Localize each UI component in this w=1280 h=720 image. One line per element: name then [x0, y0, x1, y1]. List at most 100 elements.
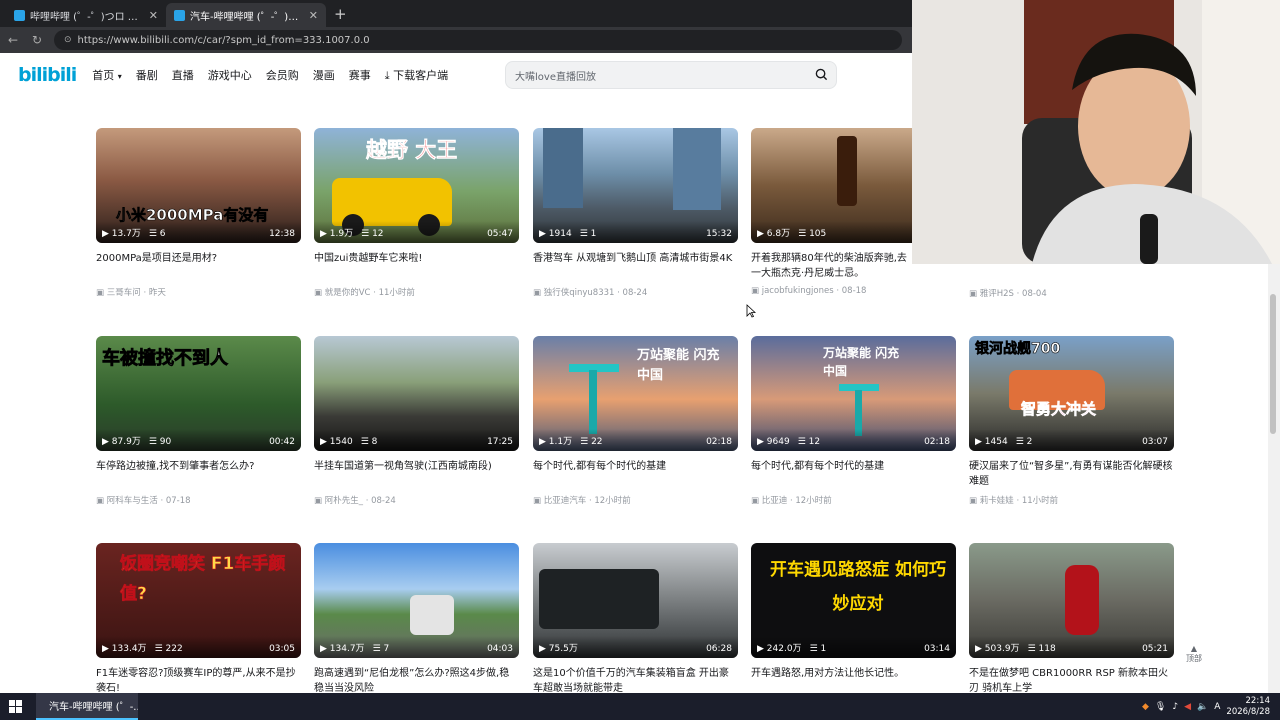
nav-item-download-client[interactable]: ⤓ 下载客户端	[385, 67, 448, 83]
nav-item-game-center[interactable]: 游戏中心	[208, 67, 252, 83]
danmaku-count-value: 1	[590, 229, 597, 239]
video-duration: 06:28	[706, 644, 732, 654]
video-title[interactable]: 车停路边被撞,找不到肇事者怎么办?	[96, 459, 301, 489]
video-thumbnail[interactable]: 万站聚能 闪充中国 ▶ 1.1万 ☰ 22 02:18	[533, 336, 738, 451]
play-count-value: 1.9万	[329, 229, 354, 239]
scrollbar-thumb[interactable]	[1270, 294, 1276, 434]
video-title[interactable]: 开车遇路怒,用对方法让他长记性。	[751, 666, 956, 696]
speaker-icon[interactable]: 🔈	[1197, 702, 1208, 712]
video-card[interactable]: ▶ 75.5万 06:28 这是10个价值千万的汽车集装箱盲盒 开出豪车超敢当场…	[533, 543, 738, 696]
video-thumbnail[interactable]: 小米2000MPa有没有 ▶ 13.7万 ☰ 6 12:38	[96, 128, 301, 243]
danmaku-count-value: 7	[383, 644, 390, 654]
app-tray-icon[interactable]: ◀	[1184, 702, 1191, 712]
video-card[interactable]: ▶ 503.9万 ☰ 118 05:21 不是在做梦吧 CBR1000RR RS…	[969, 543, 1174, 696]
video-thumbnail[interactable]: ▶ 1540 ☰ 8 17:25	[314, 336, 519, 451]
video-card[interactable]: 越野 大王 ▶ 1.9万 ☰ 12 05:47 中国zui贵越野车它来啦! ▣ …	[314, 128, 519, 298]
video-thumbnail[interactable]: 越野 大王 ▶ 1.9万 ☰ 12 05:47	[314, 128, 519, 243]
search-icon[interactable]	[815, 68, 828, 81]
video-title[interactable]: 每个时代,都有每个时代的基建	[533, 459, 738, 489]
video-card[interactable]: 银河战舰700 智勇大冲关 ▶ 1454 ☰ 2 03:07 硬汉届来了位“智多…	[969, 336, 1174, 506]
tiktok-icon[interactable]: ♪	[1172, 702, 1178, 712]
danmaku-count-value: 12	[808, 437, 821, 447]
nav-item-esports[interactable]: 赛事	[349, 67, 371, 83]
video-duration: 17:25	[487, 437, 513, 447]
uploader-name[interactable]: 莉卡娃娃	[980, 496, 1014, 506]
video-thumbnail[interactable]: 开车遇见路怒症 如何巧妙应对 ▶ 242.0万 ☰ 1 03:14	[751, 543, 956, 658]
video-thumbnail[interactable]: ▶ 503.9万 ☰ 118 05:21	[969, 543, 1174, 658]
tab-title: 汽车-哔哩哔哩 (゜-゜)つロ 干杯~-bili...	[190, 11, 304, 23]
video-thumbnail[interactable]: 车被撞找不到人 ▶ 87.9万 ☰ 90 00:42	[96, 336, 301, 451]
uploader-name[interactable]: 独行侠qinyu8331	[544, 288, 615, 298]
nav-item-shop[interactable]: 会员购	[266, 67, 299, 83]
video-card[interactable]: ▶ 134.7万 ☰ 7 04:03 跑高速遇到“尼伯龙根”怎么办?照这4步做,…	[314, 543, 519, 696]
video-card[interactable]: 开车遇见路怒症 如何巧妙应对 ▶ 242.0万 ☰ 1 03:14 开车遇路怒,…	[751, 543, 956, 696]
video-card[interactable]: 万站聚能 闪充中国 ▶ 9649 ☰ 12 02:18 每个时代,都有每个时代的…	[751, 336, 956, 506]
video-thumbnail[interactable]: ▶ 75.5万 06:28	[533, 543, 738, 658]
video-title[interactable]: 硬汉届来了位“智多星”,有勇有谋能否化解硬核难题	[969, 459, 1174, 489]
video-title[interactable]: 每个时代,都有每个时代的基建	[751, 459, 956, 489]
taskbar-app-edge[interactable]: 汽车-哔哩哔哩 (゜-...	[36, 693, 138, 720]
new-tab-button[interactable]: +	[334, 5, 347, 23]
video-meta: ▣ 阿朴先生_ · 08-24	[314, 496, 396, 506]
back-to-top-button[interactable]: ▲ 顶部	[1182, 644, 1206, 670]
video-thumbnail[interactable]: 饭圈竞嘲笑 F1车手颜值? ▶ 133.4万 ☰ 222 03:05	[96, 543, 301, 658]
app-tray-icon[interactable]: ◆	[1142, 702, 1149, 712]
clock[interactable]: 22:14 2026/8/28	[1226, 696, 1270, 718]
video-card[interactable]: ▶ 1540 ☰ 8 17:25 半挂车国道第一视角驾驶(江西南城南段) ▣ 阿…	[314, 336, 519, 506]
nav-item-live[interactable]: 直播	[172, 67, 194, 83]
uploader-name[interactable]: 阿朴先生_	[325, 496, 363, 506]
danmaku-count-value: 118	[1038, 644, 1056, 654]
video-title[interactable]: 开着我那辆80年代的柴油版奔驰,去一大瓶杰克·丹尼威士忌。	[751, 251, 912, 281]
reload-icon[interactable]: ↻	[30, 33, 44, 47]
input-method-indicator[interactable]: A	[1214, 702, 1220, 712]
url-field[interactable]: ⊙ https://www.bilibili.com/c/car/?spm_id…	[54, 30, 902, 50]
video-title[interactable]: 2000MPa是项目还是用材?	[96, 251, 301, 281]
video-card-meta-only[interactable]: ▣ 雅评H2S · 08-04	[969, 282, 1174, 299]
video-thumbnail[interactable]: ▶ 134.7万 ☰ 7 04:03	[314, 543, 519, 658]
uploader-name[interactable]: 就是你的VC	[325, 288, 371, 298]
nav-item-manga[interactable]: 漫画	[313, 67, 335, 83]
uploader-name[interactable]: 比亚迪汽车	[544, 496, 587, 506]
uploader-name[interactable]: 比亚迪	[762, 496, 788, 506]
video-stats: ▶ 87.9万 ☰ 90 00:42	[96, 429, 301, 451]
uploader-name[interactable]: jacobfukingjones	[762, 286, 834, 296]
video-title[interactable]: 这是10个价值千万的汽车集装箱盲盒 开出豪车超敢当场就能带走	[533, 666, 738, 696]
close-tab-icon[interactable]: ✕	[149, 9, 158, 22]
uploader-name[interactable]: 雅评H2S	[980, 289, 1014, 299]
start-button[interactable]	[0, 693, 30, 720]
microphone-icon[interactable]: 🎙	[1155, 702, 1166, 712]
video-card[interactable]: ▶ 6.8万 ☰ 105 开着我那辆80年代的柴油版奔驰,去一大瓶杰克·丹尼威士…	[751, 128, 912, 296]
page-scrollbar[interactable]	[1268, 264, 1280, 693]
browser-tab-bilibili-home[interactable]: 哔哩哔哩 (゜-゜)つロ 干杯~-bilibili ✕	[6, 3, 166, 27]
play-count: ▶ 13.7万	[102, 229, 141, 239]
uploader-name[interactable]: 三哥车问	[107, 288, 141, 298]
video-card[interactable]: ▶ 1914 ☰ 1 15:32 香港驾车 从观塘到飞鹅山顶 高清城市街景4K …	[533, 128, 738, 298]
site-info-icon[interactable]: ⊙	[64, 35, 72, 45]
video-title[interactable]: 香港驾车 从观塘到飞鹅山顶 高清城市街景4K	[533, 251, 738, 281]
video-title[interactable]: 中国zui贵越野车它来啦!	[314, 251, 519, 281]
browser-tab-car[interactable]: 汽车-哔哩哔哩 (゜-゜)つロ 干杯~-bili... ✕	[166, 3, 326, 27]
bilibili-logo[interactable]: bilibili	[18, 64, 77, 86]
video-thumbnail[interactable]: ▶ 1914 ☰ 1 15:32	[533, 128, 738, 243]
video-duration: 02:18	[706, 437, 732, 447]
nav-item-home[interactable]: 首页 ▾	[92, 67, 122, 83]
back-arrow-icon[interactable]: ←	[6, 33, 20, 47]
danmaku-count-value: 8	[371, 437, 378, 447]
video-card[interactable]: 小米2000MPa有没有 ▶ 13.7万 ☰ 6 12:38 2000MPa是项…	[96, 128, 301, 298]
video-card[interactable]: 车被撞找不到人 ▶ 87.9万 ☰ 90 00:42 车停路边被撞,找不到肇事者…	[96, 336, 301, 506]
video-thumbnail[interactable]: 万站聚能 闪充中国 ▶ 9649 ☰ 12 02:18	[751, 336, 956, 451]
video-meta: ▣ 三哥车问 · 昨天	[96, 288, 166, 298]
video-card[interactable]: 饭圈竞嘲笑 F1车手颜值? ▶ 133.4万 ☰ 222 03:05 F1车迷零…	[96, 543, 301, 696]
video-card[interactable]: 万站聚能 闪充中国 ▶ 1.1万 ☰ 22 02:18 每个时代,都有每个时代的…	[533, 336, 738, 506]
close-tab-icon[interactable]: ✕	[309, 9, 318, 22]
nav-item-anime[interactable]: 番剧	[136, 67, 158, 83]
danmaku-count: ☰ 7	[372, 644, 390, 654]
video-title[interactable]: F1车迷零容忍?顶级赛车IP的尊严,从来不是抄袭石!	[96, 666, 301, 696]
uploader-name[interactable]: 阿科车与生活	[107, 496, 158, 506]
search-input[interactable]: 大嘴love直播回放	[505, 61, 837, 89]
video-title[interactable]: 不是在做梦吧 CBR1000RR RSP 新款本田火刃 骑机车上学	[969, 666, 1174, 696]
video-title[interactable]: 半挂车国道第一视角驾驶(江西南城南段)	[314, 459, 519, 489]
video-title[interactable]: 跑高速遇到“尼伯龙根”怎么办?照这4步做,稳稳当当没风险	[314, 666, 519, 696]
video-thumbnail[interactable]: 银河战舰700 智勇大冲关 ▶ 1454 ☰ 2 03:07	[969, 336, 1174, 451]
video-thumbnail[interactable]: ▶ 6.8万 ☰ 105	[751, 128, 912, 243]
